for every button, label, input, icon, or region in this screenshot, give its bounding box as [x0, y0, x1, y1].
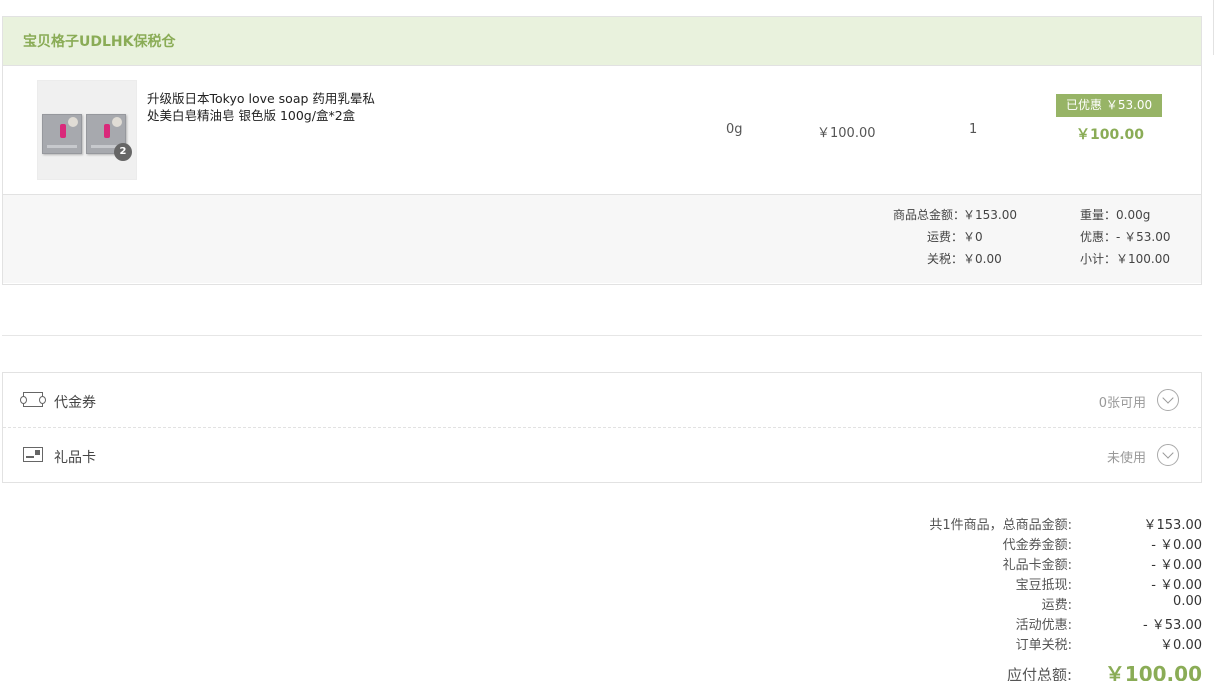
total-row-coupon: 代金券金额: - ￥0.00 — [1002, 538, 1202, 553]
product-image[interactable]: 2 — [37, 80, 137, 180]
edge-divider — [1213, 0, 1214, 55]
product-row: 2 升级版日本Tokyo love soap 药用乳晕私处美白皂精油皂 银色版 … — [3, 66, 1201, 195]
warehouse-card: 宝贝格子UDLHK保税仓 2 升级版日本Tokyo love soap 药用乳晕… — [2, 16, 1202, 285]
warehouse-summary: 商品总金额：￥153.00 运费：￥0 关税：￥0.00 重量：0.00g 优惠… — [3, 195, 1201, 283]
summary-weight: 重量：0.00g — [1079, 208, 1151, 222]
section-divider — [2, 335, 1202, 336]
gift-card-row[interactable]: 礼品卡 未使用 — [3, 428, 1201, 483]
warehouse-header: 宝贝格子UDLHK保税仓 — [3, 17, 1201, 66]
coupon-status: 0张可用 — [1098, 396, 1146, 411]
total-row-gift-card: 礼品卡金额: - ￥0.00 — [1002, 558, 1202, 573]
summary-subtotal: 小计：￥100.00 — [1079, 252, 1170, 266]
summary-shipping: 运费：￥0 — [926, 230, 983, 244]
summary-discount: 优惠：- ￥53.00 — [1079, 230, 1171, 244]
total-row-tax: 订单关税: ￥0.00 — [1015, 638, 1202, 653]
soap-box-image — [42, 114, 82, 154]
discount-badge: 已优惠 ￥53.00 — [1056, 94, 1163, 117]
image-count-badge: 2 — [114, 143, 132, 161]
summary-tax: 关税：￥0.00 — [926, 252, 1002, 266]
grand-total-label: 应付总额: — [1006, 666, 1072, 681]
product-title[interactable]: 升级版日本Tokyo love soap 药用乳晕私处美白皂精油皂 银色版 10… — [147, 90, 387, 124]
product-price: ￥100.00 — [817, 126, 876, 141]
chevron-down-icon[interactable] — [1157, 444, 1179, 466]
coupon-icon — [20, 392, 46, 407]
product-weight: 0g — [726, 122, 743, 137]
gift-card-icon — [23, 447, 43, 462]
product-subtotal: ￥100.00 — [1076, 127, 1145, 143]
product-quantity: 1 — [969, 122, 978, 137]
total-row-points: 宝豆抵现: - ￥0.00 — [1015, 578, 1202, 593]
warehouse-name: 宝贝格子UDLHK保税仓 — [23, 34, 176, 50]
total-row-shipping: 运费: 0.00 — [1041, 594, 1202, 613]
order-totals: 共1件商品，总商品金额: ￥153.00 代金券金额: - ￥0.00 礼品卡金额:… — [880, 513, 1202, 653]
gift-card-label: 礼品卡 — [54, 450, 96, 466]
gift-card-status: 未使用 — [1106, 451, 1146, 466]
chevron-down-icon[interactable] — [1157, 389, 1179, 411]
summary-goods-total: 商品总金额：￥153.00 — [893, 208, 1017, 222]
coupon-row[interactable]: 代金券 0张可用 — [3, 373, 1201, 428]
grand-total-value: ￥100.00 — [1104, 662, 1202, 681]
total-row-goods: 共1件商品，总商品金额: ￥153.00 — [929, 518, 1202, 533]
grand-total: 应付总额: ￥100.00 — [880, 660, 1202, 681]
total-row-promotion: 活动优惠: - ￥53.00 — [1015, 618, 1202, 633]
payment-options: 代金券 0张可用 礼品卡 未使用 — [2, 372, 1202, 483]
coupon-label: 代金券 — [54, 395, 96, 411]
